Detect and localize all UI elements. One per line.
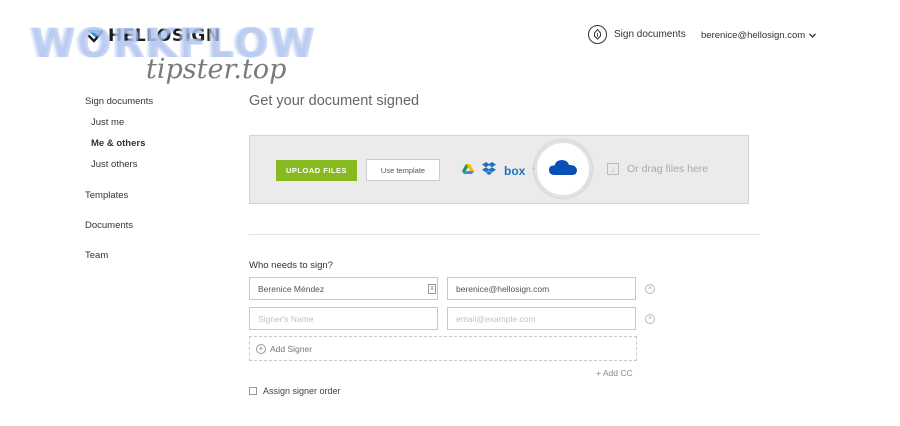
dropbox-icon[interactable] bbox=[482, 162, 496, 180]
section-divider bbox=[249, 234, 760, 235]
sidebar-item-sign-documents[interactable]: Sign documents bbox=[85, 96, 153, 107]
page-title: Get your document signed bbox=[249, 93, 420, 109]
assign-order-checkbox[interactable] bbox=[249, 387, 257, 395]
onedrive-button[interactable] bbox=[534, 140, 592, 198]
sidebar-item-just-me[interactable]: Just me bbox=[91, 117, 124, 128]
header-sign-documents-label: Sign documents bbox=[614, 29, 686, 40]
sidebar-item-team[interactable]: Team bbox=[85, 250, 108, 261]
plus-circle-icon: + bbox=[256, 343, 266, 354]
contacts-book-icon[interactable]: ≡ bbox=[428, 284, 436, 294]
upload-files-button[interactable]: UPLOAD FILES bbox=[276, 160, 357, 181]
pen-circle-icon bbox=[588, 25, 607, 44]
box-icon[interactable]: box bbox=[504, 164, 525, 178]
header-sign-documents-link[interactable]: Sign documents bbox=[588, 25, 686, 44]
remove-signer-icon[interactable]: × bbox=[645, 314, 655, 324]
drag-files-text: Or drag files here bbox=[627, 163, 709, 175]
hellosign-check-icon bbox=[86, 27, 104, 45]
upload-dropzone[interactable]: UPLOAD FILES Use template box ↓ Or drag … bbox=[249, 135, 749, 204]
user-email: berenice@hellosign.com bbox=[701, 30, 806, 41]
brand-name: HELLOSIGN bbox=[108, 26, 221, 46]
use-template-button[interactable]: Use template bbox=[366, 159, 440, 181]
sidebar-item-templates[interactable]: Templates bbox=[85, 190, 128, 201]
drag-files-hint: ↓ Or drag files here bbox=[607, 163, 708, 175]
drag-arrow-icon: ↓ bbox=[607, 163, 619, 175]
add-signer-button[interactable]: + Add Signer bbox=[249, 336, 637, 361]
signer-email-input[interactable]: email@example.com bbox=[447, 307, 636, 330]
watermark-subtitle: tipster.top bbox=[146, 54, 287, 85]
assign-order-label: Assign signer order bbox=[263, 386, 341, 396]
google-drive-icon[interactable] bbox=[462, 162, 474, 180]
user-menu[interactable]: berenice@hellosign.com bbox=[701, 30, 817, 41]
signers-label: Who needs to sign? bbox=[249, 260, 333, 271]
chevron-down-icon bbox=[809, 30, 817, 41]
add-signer-label: Add Signer bbox=[270, 343, 313, 354]
signer-name-input[interactable]: Signer's Name bbox=[249, 307, 438, 330]
signer-email-field[interactable]: berenice@hellosign.com bbox=[447, 277, 636, 300]
sidebar-item-just-others[interactable]: Just others bbox=[91, 159, 137, 170]
assign-signer-order[interactable]: Assign signer order bbox=[249, 386, 341, 396]
add-cc-link[interactable]: + Add CC bbox=[596, 368, 633, 378]
signer-name-field[interactable]: Berenice Méndez bbox=[249, 277, 438, 300]
remove-signer-icon[interactable]: × bbox=[645, 284, 655, 294]
hellosign-logo[interactable]: HELLOSIGN bbox=[86, 26, 221, 46]
onedrive-icon bbox=[548, 157, 578, 182]
sidebar-item-documents[interactable]: Documents bbox=[85, 220, 133, 231]
sidebar-item-me-and-others[interactable]: Me & others bbox=[91, 138, 145, 149]
cloud-services: box bbox=[462, 162, 543, 180]
